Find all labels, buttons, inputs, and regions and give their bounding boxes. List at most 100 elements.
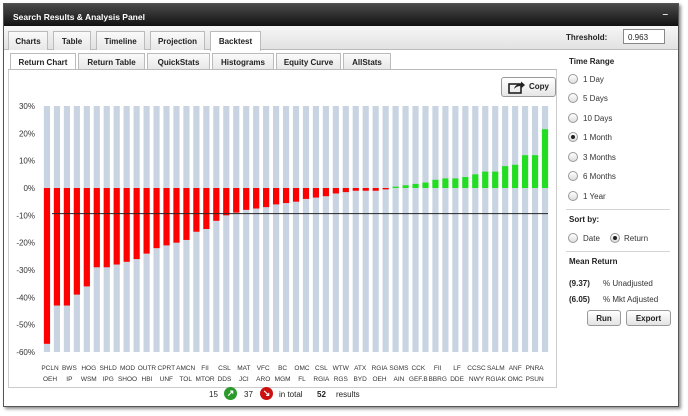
- background-bar: [332, 106, 339, 352]
- x-tick-label: CCSC: [467, 365, 486, 372]
- divider: [566, 209, 670, 210]
- x-tick-label: SHLD: [99, 365, 117, 372]
- sort-by-heading: Sort by:: [569, 215, 600, 224]
- x-tick-label: OMC: [508, 376, 523, 383]
- background-bar: [412, 106, 419, 352]
- radio-sort-return-label: Return: [624, 234, 649, 243]
- down-arrow-icon: ↘: [260, 387, 273, 400]
- mean-unadjusted-value: (9.37): [569, 279, 590, 288]
- negative-return-bar: [113, 188, 120, 265]
- x-tick-label: PSUN: [526, 376, 544, 383]
- x-tick-label: OUTR: [138, 365, 157, 372]
- negative-return-bar: [253, 188, 260, 209]
- radio-10-days-label: 10 Days: [583, 114, 613, 123]
- x-tick-label: WTW: [333, 365, 350, 372]
- x-tick-label: HBI: [142, 376, 153, 383]
- tab-table[interactable]: Table: [53, 31, 91, 50]
- background-bar: [531, 106, 539, 352]
- x-tick-label: IPG: [103, 376, 114, 383]
- radio-sort-return[interactable]: [610, 233, 620, 243]
- run-button[interactable]: Run: [587, 310, 621, 326]
- radio-5-days-label: 5 Days: [583, 94, 608, 103]
- radio-6-months[interactable]: [568, 171, 578, 181]
- tab-backtest[interactable]: Backtest: [210, 31, 261, 51]
- x-tick-label: HOG: [81, 365, 96, 372]
- radio-3-months[interactable]: [568, 152, 578, 162]
- x-tick-label: SALM: [487, 365, 505, 372]
- export-button[interactable]: Export: [626, 310, 671, 326]
- x-tick-label: RGIAK: [486, 376, 507, 383]
- negative-return-bar: [203, 188, 210, 229]
- x-tick-label: RGIA: [372, 365, 389, 372]
- subtab-equity-curve[interactable]: Equity Curve: [276, 53, 341, 69]
- x-tick-label: NWY: [469, 376, 485, 383]
- positive-return-bar: [522, 155, 529, 188]
- x-tick-label: CSL: [315, 365, 328, 372]
- x-tick-label: CSL: [218, 365, 231, 372]
- radio-1-day[interactable]: [568, 74, 578, 84]
- x-tick-label: UNF: [160, 376, 173, 383]
- x-tick-label: FII: [434, 365, 442, 372]
- positive-return-bar: [432, 179, 439, 188]
- subtab-return-chart[interactable]: Return Chart: [10, 53, 76, 70]
- positive-return-bar: [392, 186, 399, 188]
- subtab-return-table[interactable]: Return Table: [78, 53, 145, 69]
- negative-return-bar: [213, 188, 220, 221]
- subtab-quickstats[interactable]: QuickStats: [147, 53, 210, 69]
- background-bar: [322, 106, 329, 352]
- x-tick-label: AIN: [394, 376, 405, 383]
- positive-return-bar: [502, 166, 509, 188]
- negative-return-bar: [292, 188, 300, 202]
- minimize-button[interactable]: –: [662, 9, 668, 20]
- x-tick-label: MTOR: [196, 376, 215, 383]
- background-bar: [263, 106, 270, 352]
- subtab-allstats[interactable]: AllStats: [343, 53, 391, 69]
- negative-return-bar: [243, 188, 250, 210]
- positive-return-bar: [452, 178, 459, 188]
- radio-sort-date[interactable]: [568, 233, 578, 243]
- positive-return-bar: [412, 183, 419, 188]
- negative-return-bar: [173, 188, 180, 243]
- radio-10-days[interactable]: [568, 113, 578, 123]
- radio-5-days[interactable]: [568, 93, 578, 103]
- x-tick-label: BBRG: [428, 376, 446, 383]
- mean-mkt-value: (6.05): [569, 295, 590, 304]
- positive-return-bar: [462, 177, 469, 188]
- results-label: results: [336, 390, 360, 399]
- tab-projection[interactable]: Projection: [150, 31, 205, 50]
- time-range-heading: Time Range: [569, 57, 615, 66]
- x-tick-label: GEF.B: [409, 376, 428, 383]
- negative-return-bar: [123, 188, 130, 262]
- x-tick-label: MOD: [120, 365, 135, 372]
- radio-3-months-label: 3 Months: [583, 153, 616, 162]
- subtab-histograms[interactable]: Histograms: [212, 53, 274, 69]
- radio-6-months-label: 6 Months: [583, 172, 616, 181]
- x-tick-label: CPRT: [158, 365, 176, 372]
- x-tick-label: JCI: [239, 376, 249, 383]
- background-bar: [372, 106, 379, 352]
- negative-return-bar: [233, 188, 240, 213]
- x-tick-label: PNRA: [526, 365, 545, 372]
- negative-return-bar: [312, 188, 320, 198]
- positive-return-bar: [492, 171, 499, 188]
- radio-1-month[interactable]: [568, 132, 578, 142]
- threshold-input[interactable]: 0.963: [623, 29, 665, 44]
- tab-timeline[interactable]: Timeline: [96, 31, 145, 50]
- radio-1-year[interactable]: [568, 191, 578, 201]
- radio-1-month-label: 1 Month: [583, 133, 612, 142]
- x-tick-label: AMCN: [176, 365, 195, 372]
- copy-button-label: Copy: [529, 82, 549, 91]
- y-tick-label: 30%: [19, 102, 35, 111]
- x-tick-label: BYD: [353, 376, 367, 383]
- negative-return-bar: [53, 188, 61, 306]
- background-bar: [472, 106, 479, 352]
- tab-charts[interactable]: Charts: [8, 31, 48, 50]
- x-tick-label: BWS: [62, 365, 77, 372]
- return-bar-chart: 30%20%10%0%-10%-20%-30%-40%-50%-60%PCLN B…: [16, 102, 549, 383]
- background-bar: [272, 106, 280, 352]
- x-tick-label: VFC: [257, 365, 270, 372]
- background-bar: [342, 106, 349, 352]
- divider: [566, 251, 670, 252]
- x-tick-label: DDE: [450, 376, 464, 383]
- radio-1-year-label: 1 Year: [583, 192, 606, 201]
